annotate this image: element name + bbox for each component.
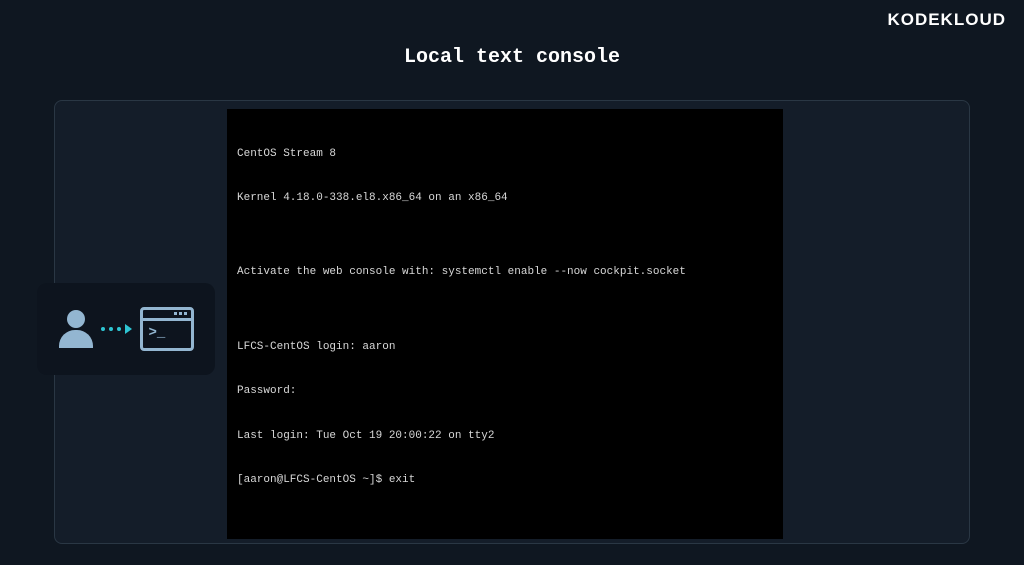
- brand-logo: KODEKLOUD: [887, 10, 1006, 30]
- page-title: Local text console: [404, 46, 620, 69]
- local-console-illustration: >_: [37, 283, 215, 375]
- terminal-line: CentOS Stream 8: [237, 147, 773, 162]
- terminal-line: Password:: [237, 384, 773, 399]
- terminal-console[interactable]: CentOS Stream 8 Kernel 4.18.0-338.el8.x8…: [227, 109, 783, 539]
- terminal-line: Activate the web console with: systemctl…: [237, 265, 773, 280]
- terminal-line: LFCS-CentOS login: aaron: [237, 340, 773, 355]
- terminal-line: Last login: Tue Oct 19 20:00:22 on tty2: [237, 429, 773, 444]
- console-window-icon: >_: [140, 307, 194, 351]
- arrow-icon: [101, 324, 132, 334]
- main-panel: CentOS Stream 8 Kernel 4.18.0-338.el8.x8…: [54, 100, 970, 544]
- terminal-line: Kernel 4.18.0-338.el8.x86_64 on an x86_6…: [237, 191, 773, 206]
- user-icon: [59, 307, 93, 351]
- terminal-line: [aaron@LFCS-CentOS ~]$ exit: [237, 473, 773, 488]
